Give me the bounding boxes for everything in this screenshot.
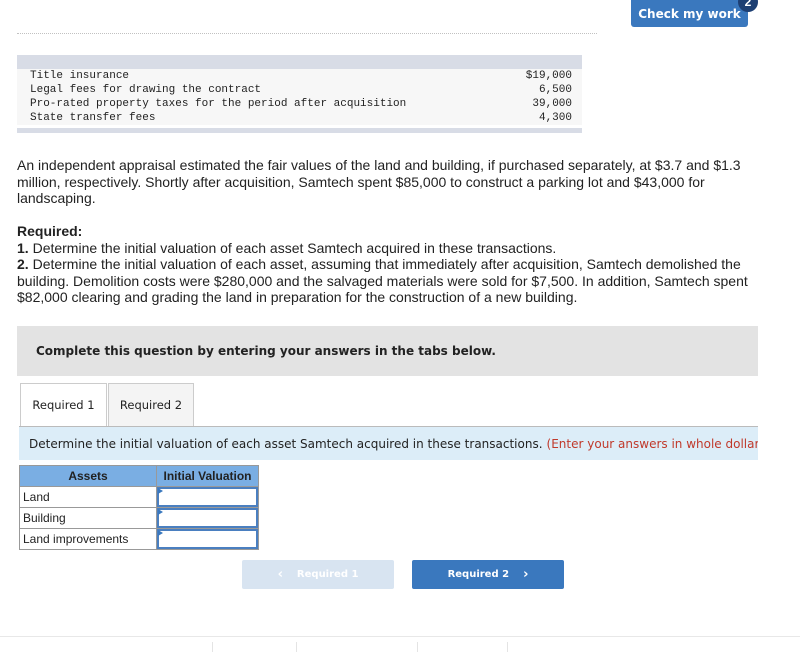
- instructions-text: Complete this question by entering your …: [36, 344, 496, 358]
- question-hint: (Enter your answers in whole dollars.): [546, 436, 758, 451]
- valuation-cell: [156, 507, 259, 529]
- land-improvements-valuation-input[interactable]: [157, 529, 258, 549]
- next-label: Required 2: [447, 569, 510, 580]
- row-amount: 6,500: [538, 84, 572, 96]
- check-my-work-button[interactable]: Check my work: [631, 0, 748, 27]
- footer-separator: [296, 642, 297, 652]
- requirement-1: 1. Determine the initial valuation of ea…: [17, 240, 757, 257]
- input-flag-icon: [158, 488, 163, 494]
- row-amount: $19,000: [525, 70, 572, 82]
- asset-label: Building: [19, 507, 157, 529]
- row-amount: 4,300: [538, 112, 572, 124]
- table-row: State transfer fees 4,300: [17, 111, 582, 125]
- answer-table: Assets Initial Valuation Land Building L…: [19, 465, 259, 550]
- requirement-number: 1.: [17, 239, 29, 256]
- chevron-right-icon: ›: [523, 567, 529, 582]
- question-bar: Determine the initial valuation of each …: [19, 426, 758, 460]
- row-amount: 39,000: [532, 98, 572, 110]
- valuation-cell: [156, 486, 259, 508]
- table-row: Legal fees for drawing the contract 6,50…: [17, 83, 582, 97]
- table-row: Pro-rated property taxes for the period …: [17, 97, 582, 111]
- cost-table: Title insurance $19,000 Legal fees for d…: [17, 55, 582, 133]
- footer-separator: [507, 642, 508, 652]
- tab-bar: Required 1 Required 2: [20, 383, 194, 427]
- footer-divider: [0, 636, 800, 637]
- input-flag-icon: [158, 509, 163, 515]
- row-label: Title insurance: [30, 70, 130, 82]
- table-row: Title insurance $19,000: [17, 69, 582, 83]
- truncated-text-line: [17, 26, 597, 34]
- land-valuation-input[interactable]: [157, 487, 258, 507]
- tab-required-1[interactable]: Required 1: [20, 383, 107, 427]
- answer-row: Land improvements: [19, 528, 259, 550]
- question-text: Determine the initial valuation of each …: [29, 436, 543, 451]
- table-footer-bar: [17, 128, 582, 133]
- asset-label: Land improvements: [19, 528, 157, 550]
- footer-separator: [417, 642, 418, 652]
- footer-separator: [212, 642, 213, 652]
- row-label: Legal fees for drawing the contract: [30, 84, 262, 96]
- required-heading: Required:: [17, 223, 83, 239]
- requirement-2: 2. Determine the initial valuation of ea…: [17, 256, 757, 306]
- chevron-left-icon: ‹: [277, 567, 283, 582]
- table-header-bar: [17, 55, 582, 69]
- row-label: Pro-rated property taxes for the period …: [30, 98, 407, 110]
- requirement-text: Determine the initial valuation of each …: [17, 256, 748, 305]
- input-flag-icon: [158, 530, 163, 536]
- header-assets: Assets: [19, 465, 157, 487]
- prev-required-button[interactable]: ‹ Required 1: [242, 560, 394, 589]
- answer-table-header: Assets Initial Valuation: [19, 465, 259, 487]
- required-section: Required: 1. Determine the initial valua…: [17, 223, 757, 306]
- asset-label: Land: [19, 486, 157, 508]
- problem-paragraph: An independent appraisal estimated the f…: [17, 157, 741, 206]
- instructions-box: Complete this question by entering your …: [17, 326, 758, 376]
- header-initial-valuation: Initial Valuation: [156, 465, 259, 487]
- building-valuation-input[interactable]: [157, 508, 258, 528]
- answer-row: Building: [19, 507, 259, 529]
- valuation-cell: [156, 528, 259, 550]
- row-label: State transfer fees: [30, 112, 156, 124]
- next-required-button[interactable]: Required 2 ›: [412, 560, 564, 589]
- requirement-text: Determine the initial valuation of each …: [28, 239, 557, 256]
- prev-label: Required 1: [296, 569, 359, 580]
- requirement-number: 2.: [17, 256, 29, 272]
- answer-row: Land: [19, 486, 259, 508]
- tab-required-2[interactable]: Required 2: [108, 383, 194, 427]
